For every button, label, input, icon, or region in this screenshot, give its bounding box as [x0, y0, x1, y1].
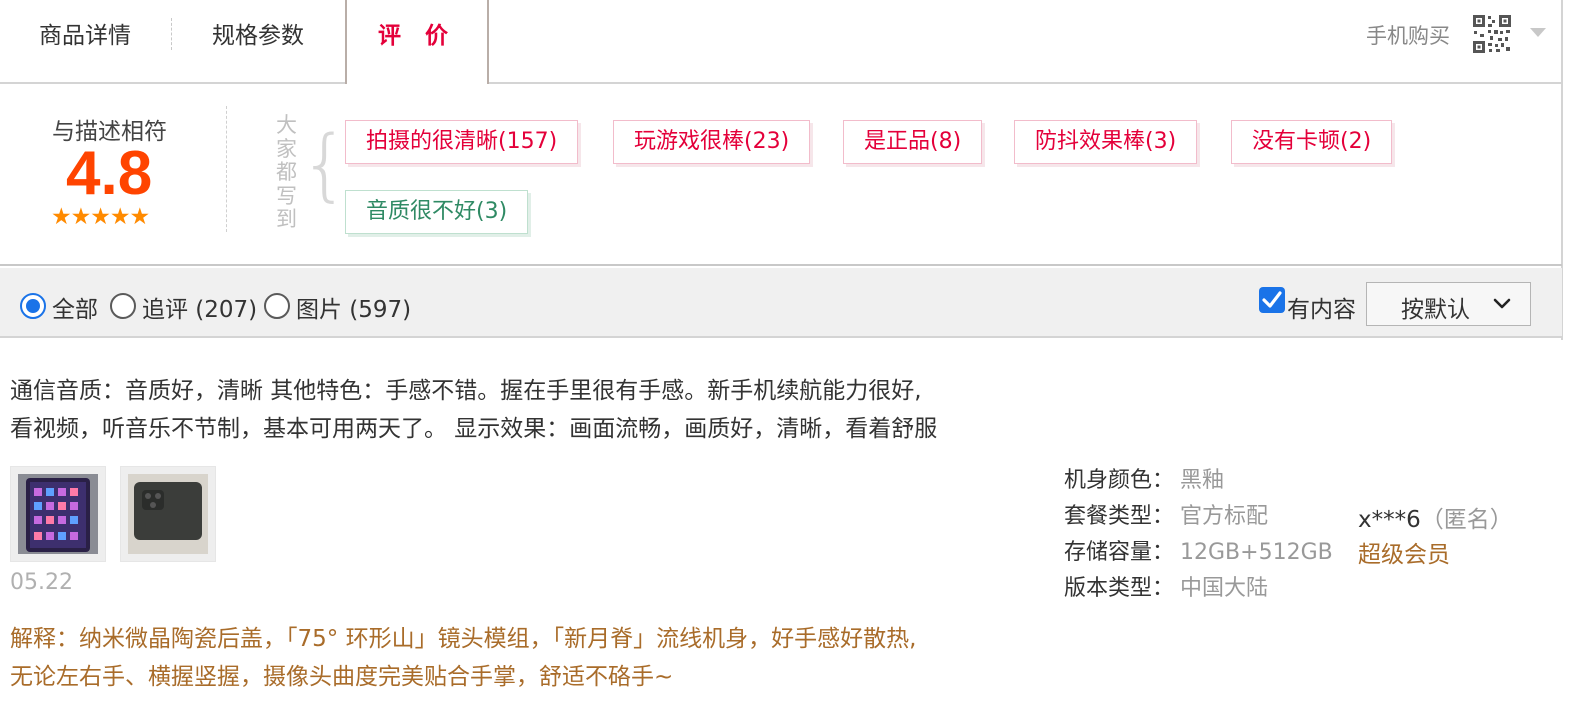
- sort-select[interactable]: 按默认: [1366, 282, 1531, 326]
- star-rating-icon: ★★★★★: [51, 204, 150, 230]
- everyone-wrote-label: 大家都写到: [276, 113, 297, 231]
- radio-followup[interactable]: [110, 293, 136, 319]
- sort-select-value: 按默认: [1401, 297, 1470, 323]
- rating-summary: 与描述相符 4.8 ★★★★★ 大家都写到 { 拍摄的很清晰(157) 玩游戏很…: [0, 86, 1562, 266]
- reviewer-name: x***6（匿名）: [1358, 500, 1513, 534]
- spec-value: 中国大陆: [1180, 576, 1269, 601]
- spec-key: 套餐类型：: [1064, 504, 1175, 529]
- spec-key: 版本类型：: [1064, 576, 1175, 601]
- spec-value: 官方标配: [1180, 504, 1269, 529]
- review-tag[interactable]: 防抖效果棒(3): [1014, 120, 1198, 164]
- checkmark-icon: [1262, 291, 1282, 308]
- spec-value: 黑釉: [1180, 468, 1225, 493]
- spec-row-color: 机身颜色： 黑釉: [1064, 462, 1224, 494]
- anonymous-label: （匿名）: [1420, 507, 1513, 533]
- rating-score: 4.8: [66, 139, 153, 208]
- review-text-line: 通信音质：音质好，清晰 其他特色：手感不错。握在手里很有手感。新手机续航能力很好…: [10, 378, 922, 404]
- spec-row-version: 版本类型： 中国大陆: [1064, 570, 1268, 602]
- tab-specifications[interactable]: 规格参数: [172, 0, 344, 82]
- has-content-label[interactable]: 有内容: [1287, 290, 1356, 324]
- spec-key: 存储容量：: [1064, 540, 1175, 565]
- chevron-down-icon[interactable]: [1530, 28, 1546, 37]
- seller-reply: 解释：纳米微晶陶瓷后盖，「75° 环形山」镜头模组，「新月脊」流线机身，好手感好…: [10, 620, 1010, 696]
- filter-pictures-label[interactable]: 图片 (597): [296, 290, 411, 324]
- review-tag[interactable]: 没有卡顿(2): [1231, 120, 1393, 164]
- summary-divider: [226, 106, 227, 232]
- spec-value: 12GB+512GB: [1180, 540, 1333, 565]
- tab-product-details[interactable]: 商品详情: [0, 0, 170, 82]
- seller-reply-line: 无论左右手、横握竖握，摄像头曲度完美贴合手掌，舒适不硌手~: [10, 664, 674, 690]
- radio-pictures[interactable]: [264, 293, 290, 319]
- radio-all[interactable]: [20, 293, 46, 319]
- filter-followup-label[interactable]: 追评 (207): [142, 290, 257, 324]
- has-content-checkbox[interactable]: [1259, 287, 1285, 313]
- review-photo-thumbnail[interactable]: [10, 466, 106, 562]
- spec-key: 机身颜色：: [1064, 468, 1175, 493]
- qr-code-icon[interactable]: [1472, 14, 1512, 54]
- member-level-badge: 超级会员: [1358, 542, 1450, 568]
- spec-row-package: 套餐类型： 官方标配: [1064, 498, 1268, 530]
- tab-reviews[interactable]: 评 价: [345, 0, 489, 84]
- review-tag[interactable]: 拍摄的很清晰(157): [345, 120, 579, 164]
- review-photo-thumbnail[interactable]: [120, 466, 216, 562]
- review-tag[interactable]: 是正品(8): [843, 120, 983, 164]
- phone-screen-photo: [18, 474, 98, 554]
- phone-back-photo: [128, 474, 208, 554]
- filter-all-label[interactable]: 全部: [52, 290, 98, 324]
- reviewer-username: x***6: [1358, 507, 1421, 533]
- review-filter-bar: 全部 追评 (207) 图片 (597) 有内容 按默认: [0, 268, 1562, 338]
- review-tag[interactable]: 玩游戏很棒(23): [613, 120, 811, 164]
- seller-reply-line: 解释：纳米微晶陶瓷后盖，「75° 环形山」镜头模组，「新月脊」流线机身，好手感好…: [10, 626, 917, 652]
- review-text-line: 看视频，听音乐不节制，基本可用两天了。 显示效果：画面流畅，画质好，清晰，看着舒…: [10, 416, 938, 442]
- review-tag-negative[interactable]: 音质很不好(3): [345, 190, 529, 234]
- spec-row-storage: 存储容量： 12GB+512GB: [1064, 534, 1333, 566]
- chevron-down-icon: [1493, 298, 1511, 309]
- mobile-buy-link[interactable]: 手机购买: [1366, 20, 1450, 50]
- tab-bar: 商品详情 规格参数 评 价 手机购买: [0, 0, 1562, 84]
- brace-icon: {: [300, 120, 350, 210]
- review-content: 通信音质：音质好，清晰 其他特色：手感不错。握在手里很有手感。新手机续航能力很好…: [10, 372, 1010, 448]
- review-date: 05.22: [10, 570, 73, 595]
